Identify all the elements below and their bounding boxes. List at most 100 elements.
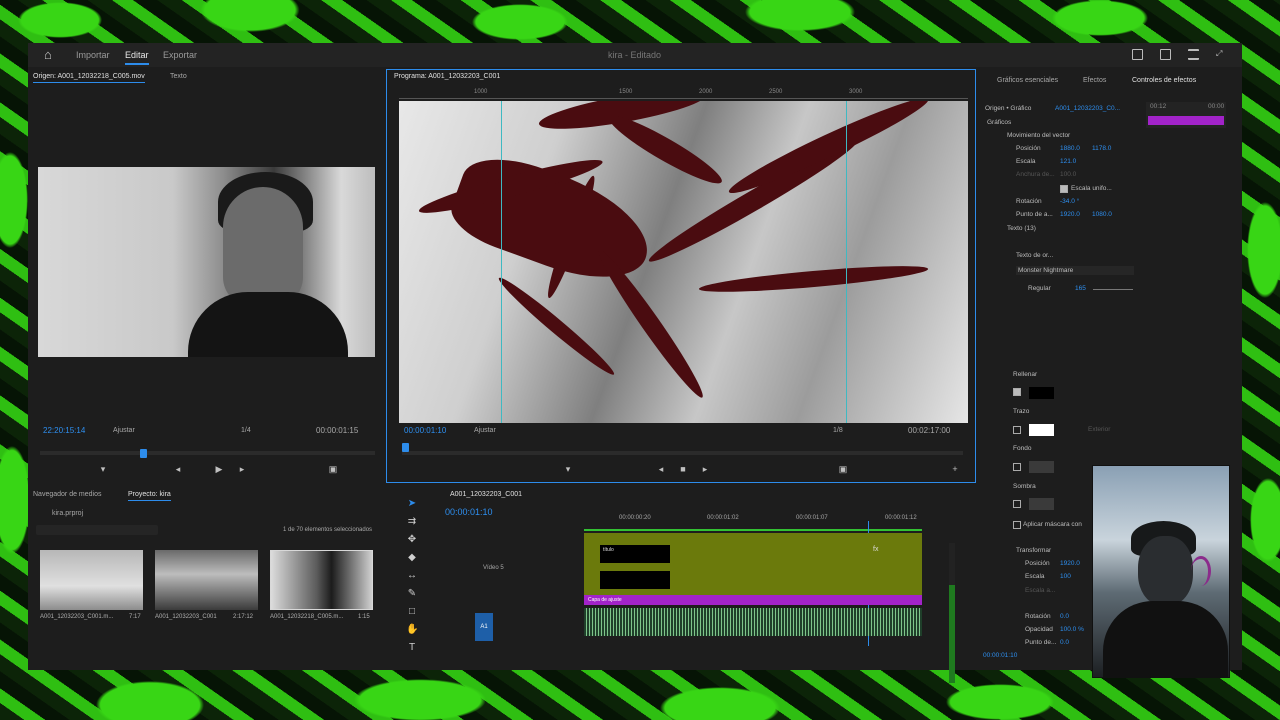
ec-scale-value[interactable]: 121.0 xyxy=(1060,158,1076,165)
workspace-export[interactable]: Exportar xyxy=(163,50,197,60)
tab-project[interactable]: Proyecto: kira xyxy=(128,491,171,501)
thumb-name: A001_12032218_C005.m... xyxy=(270,614,344,620)
ec-text-layer[interactable]: Texto (13) xyxy=(1007,225,1036,232)
ec-t-rotation-value[interactable]: 0.0 xyxy=(1060,613,1069,620)
ec-position-x[interactable]: 1880.0 xyxy=(1060,145,1080,152)
title-clip[interactable]: título xyxy=(600,545,670,563)
source-step-forward-icon[interactable]: ▸ xyxy=(237,464,247,474)
webcam-overlay xyxy=(1092,465,1230,678)
ec-shadow-checkbox[interactable] xyxy=(1013,500,1021,508)
ec-anchor-x[interactable]: 1920.0 xyxy=(1060,211,1080,218)
rectangle-tool-icon[interactable]: □ xyxy=(406,606,418,618)
program-camera-icon[interactable]: ▣ xyxy=(838,464,848,474)
tab-effect-controls[interactable]: Controles de efectos xyxy=(1132,77,1196,84)
track-select-tool-icon[interactable]: ⇉ xyxy=(406,516,418,528)
source-playhead[interactable] xyxy=(140,449,147,458)
ec-anchor-y[interactable]: 1080.0 xyxy=(1092,211,1112,218)
tab-sequence[interactable]: A001_12032203_C001 xyxy=(450,491,522,498)
workspaces-menu-icon[interactable] xyxy=(1188,49,1199,60)
ec-font-select[interactable]: Monster Nightmare xyxy=(1016,266,1134,275)
tab-program[interactable]: Programa: A001_12032203_C001 xyxy=(394,73,500,80)
ec-stroke-swatch[interactable] xyxy=(1029,424,1054,436)
source-fit-select[interactable]: Ajustar xyxy=(113,427,135,434)
source-play-icon[interactable]: ▶ xyxy=(214,464,224,474)
program-resolution-select[interactable]: 1/8 xyxy=(833,427,843,434)
program-add-button-icon[interactable]: + xyxy=(950,464,960,474)
workspace-edit[interactable]: Editar xyxy=(125,50,149,65)
home-icon[interactable]: ⌂ xyxy=(44,48,57,61)
project-thumb-2[interactable] xyxy=(155,550,258,610)
ec-mask-checkbox[interactable] xyxy=(1013,521,1021,529)
source-step-back-icon[interactable]: ◂ xyxy=(173,464,183,474)
source-camera-icon[interactable]: ▣ xyxy=(328,464,338,474)
thumb-duration: 1:15 xyxy=(358,614,370,620)
ec-background-checkbox[interactable] xyxy=(1013,463,1021,471)
tab-media-browser[interactable]: Navegador de medios xyxy=(33,491,102,498)
fullscreen-icon[interactable]: ⤢ xyxy=(1216,49,1227,60)
timeline-timecode[interactable]: 00:00:01:10 xyxy=(445,507,493,517)
ec-vector-motion[interactable]: Movimiento del vector xyxy=(1007,132,1070,139)
tab-source[interactable]: Origen: A001_12032218_C005.mov xyxy=(33,73,145,83)
track-a1-header[interactable]: A1 xyxy=(475,613,493,641)
project-thumb-1[interactable] xyxy=(40,550,143,610)
work-area-bar[interactable] xyxy=(584,529,922,531)
ec-uniform-scale-checkbox[interactable] xyxy=(1060,185,1068,193)
tab-text[interactable]: Texto xyxy=(170,73,187,80)
tab-essential-graphics[interactable]: Gráficos esenciales xyxy=(997,77,1058,84)
program-scrubber[interactable] xyxy=(402,451,963,455)
ec-transform-label[interactable]: Transformar xyxy=(1016,547,1051,554)
ec-t-anchor-label: Punto de... xyxy=(1025,639,1057,646)
razor-tool-icon[interactable]: ◆ xyxy=(406,552,418,564)
ec-rotation-value[interactable]: -34.0 ° xyxy=(1060,198,1079,205)
program-ruler: 1000 1500 2000 2500 3000 xyxy=(399,89,968,99)
program-timecode[interactable]: 00:00:01:10 xyxy=(404,426,446,435)
hand-tool-icon[interactable]: ✋ xyxy=(406,624,418,636)
program-stop-icon[interactable]: ■ xyxy=(678,464,688,474)
share-icon[interactable] xyxy=(1160,49,1171,60)
program-step-forward-icon[interactable]: ▸ xyxy=(700,464,710,474)
source-scrubber[interactable] xyxy=(40,451,375,455)
program-fit-select[interactable]: Ajustar xyxy=(474,427,496,434)
ec-font-style-select[interactable]: Regular xyxy=(1028,285,1051,292)
quick-export-icon[interactable] xyxy=(1132,49,1143,60)
ec-font-size[interactable]: 165 xyxy=(1075,285,1086,292)
title-clip-2[interactable] xyxy=(600,571,670,589)
source-timecode[interactable]: 22:20:15:14 xyxy=(43,426,85,435)
ec-anchor-label: Punto de a... xyxy=(1016,211,1053,218)
source-resolution-select[interactable]: 1/4 xyxy=(241,427,251,434)
ec-position-label: Posición xyxy=(1016,145,1041,152)
ec-clip-label[interactable]: A001_12032203_C0... xyxy=(1055,105,1120,112)
ec-t-position-value[interactable]: 1920.0 xyxy=(1060,560,1080,567)
selection-tool-icon[interactable]: ➤ xyxy=(406,498,418,510)
slip-tool-icon[interactable]: ↔ xyxy=(406,570,418,582)
ripple-edit-tool-icon[interactable]: ✥ xyxy=(406,534,418,546)
ec-background-swatch[interactable] xyxy=(1029,461,1054,473)
adjustment-layer-clip[interactable]: Capa de ajuste xyxy=(584,595,922,605)
audio-clip-a1[interactable] xyxy=(584,608,922,636)
fx-badge: fx xyxy=(873,546,879,553)
program-step-back-icon[interactable]: ◂ xyxy=(656,464,666,474)
ec-t-scale-label: Escala xyxy=(1025,573,1045,580)
ec-mini-time: 00:12 xyxy=(1150,103,1167,110)
source-marker-icon[interactable]: ▾ xyxy=(98,464,108,474)
pen-tool-icon[interactable]: ✎ xyxy=(406,588,418,600)
ec-fill-swatch[interactable] xyxy=(1029,387,1054,399)
ec-font-size-slider[interactable] xyxy=(1093,289,1133,290)
ec-fill-checkbox[interactable] xyxy=(1013,388,1021,396)
program-marker-icon[interactable]: ▾ xyxy=(563,464,573,474)
tab-effects[interactable]: Efectos xyxy=(1083,77,1106,84)
ec-position-y[interactable]: 1178.0 xyxy=(1092,145,1111,152)
safe-guide-right xyxy=(846,101,847,423)
project-bin-name: kira.prproj xyxy=(52,510,84,517)
ec-shadow-swatch[interactable] xyxy=(1029,498,1054,510)
type-tool-icon[interactable]: T xyxy=(406,642,418,654)
project-thumb-3[interactable] xyxy=(270,550,373,610)
project-search-input[interactable] xyxy=(36,525,158,535)
ec-t-anchor-value[interactable]: 0.0 xyxy=(1060,639,1069,646)
workspace-import[interactable]: Importar xyxy=(76,50,110,60)
ec-t-opacity-value[interactable]: 100.0 % xyxy=(1060,626,1084,633)
ec-t-scale-value[interactable]: 100 xyxy=(1060,573,1071,580)
ec-stroke-checkbox[interactable] xyxy=(1013,426,1021,434)
ec-mini-timeline[interactable]: 00:12 00:00 xyxy=(1146,102,1226,128)
program-playhead[interactable] xyxy=(402,443,409,452)
